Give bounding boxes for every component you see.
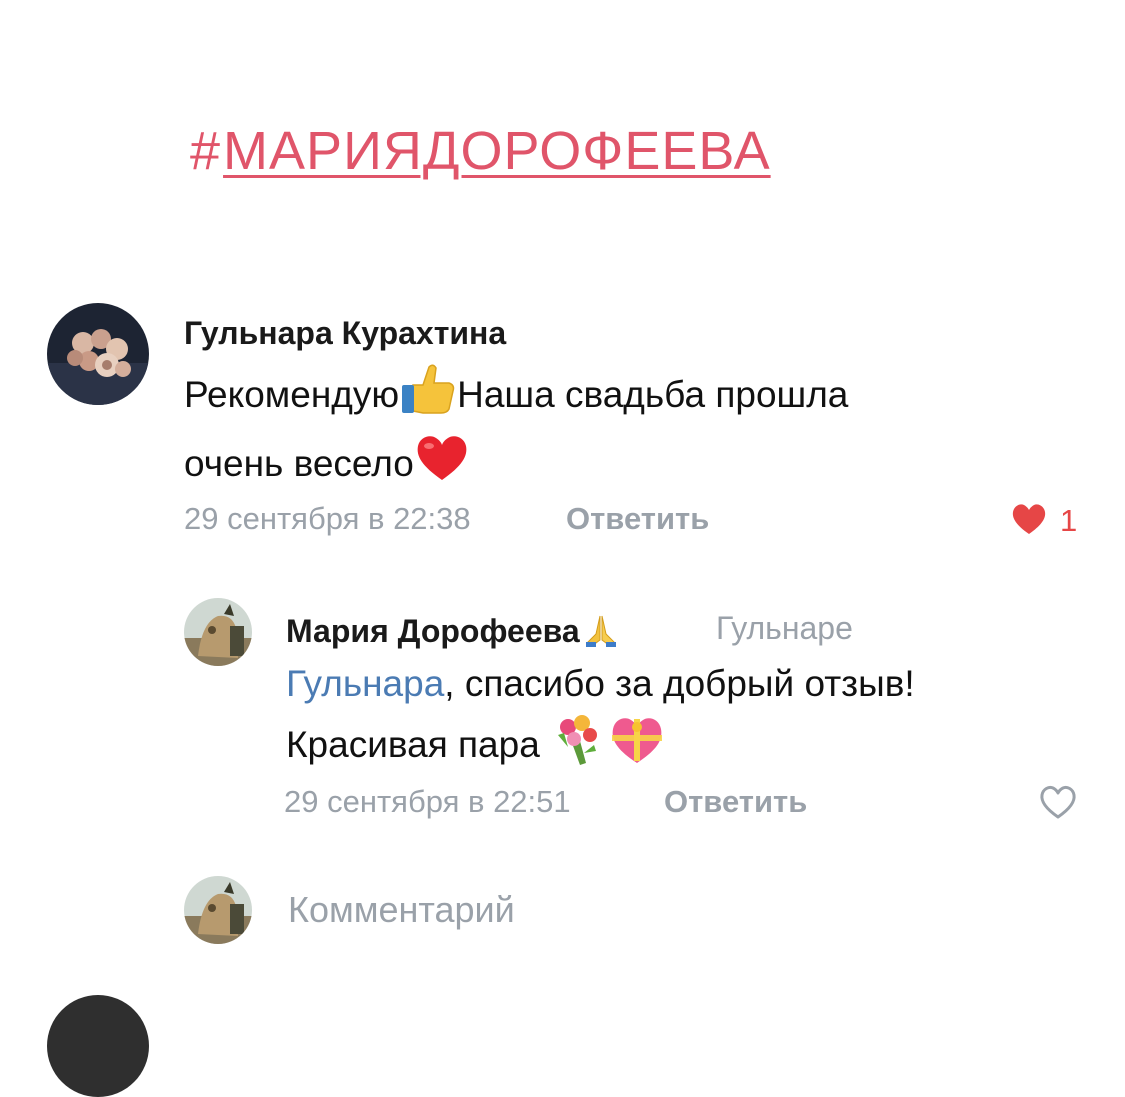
avatar-next[interactable] (47, 995, 149, 1097)
reply-author-name: Мария Дорофеева (286, 613, 580, 649)
reply-button[interactable]: Ответить (566, 503, 709, 534)
comment-date: 29 сентября в 22:38 (184, 501, 471, 536)
reply-text: Гульнара, спасибо за добрый отзыв! Краси… (286, 655, 915, 784)
like-button[interactable] (1010, 502, 1048, 541)
comment-text-line2: очень весело (184, 443, 414, 484)
reply-text-line2: Красивая пара (286, 724, 540, 765)
like-count: 1 (1060, 503, 1078, 538)
comment-input[interactable]: Комментарий (288, 892, 515, 928)
reply-like-button[interactable] (1038, 784, 1078, 825)
reply-author[interactable]: Мария Дорофеева (286, 612, 618, 653)
reply-date: 29 сентября в 22:51 (284, 784, 571, 819)
avatar-gulnara[interactable] (47, 303, 149, 405)
comment-author[interactable]: Гульнара Курахтина (184, 317, 506, 349)
bouquet-icon (550, 713, 604, 784)
heart-filled-icon (1010, 502, 1048, 541)
gift-heart-icon (608, 713, 666, 784)
composer-avatar (184, 876, 252, 944)
mention-link[interactable]: Гульнара (286, 663, 444, 704)
comment-text-part: Наша свадьба прошла (457, 374, 849, 415)
heart-outline-icon (1038, 784, 1078, 825)
reply-to-name[interactable]: Гульнаре (716, 612, 853, 644)
red-heart-icon (414, 432, 470, 501)
thumbs-up-icon (399, 363, 457, 432)
reply-text-part: , спасибо за добрый отзыв! (444, 663, 915, 704)
reply-reply-button[interactable]: Ответить (664, 786, 807, 817)
comment-text-part: Рекомендую (184, 374, 400, 415)
hashtag-symbol: # (190, 121, 222, 181)
folded-hands-icon (584, 612, 618, 653)
avatar-maria[interactable] (184, 598, 252, 666)
hashtag-text: МАРИЯДОРОФЕЕВА (223, 121, 771, 181)
comment-text: Рекомендую Наша свадьба прошла очень вес… (184, 363, 848, 501)
hashtag-link[interactable]: #МАРИЯДОРОФЕЕВА (190, 124, 771, 178)
